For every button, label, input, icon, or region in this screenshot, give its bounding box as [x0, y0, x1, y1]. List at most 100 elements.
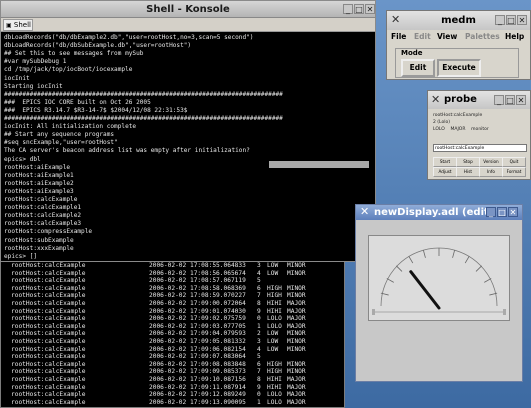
log-row: rootHost:calcExample 2006-02-02 17:09:00.… — [1, 300, 341, 307]
log-time: 2006-02-02 17:09:01.074030 — [149, 307, 246, 315]
konsole-window[interactable]: Shell - Konsole _ □ ✕ ▣ Shell dbLoadReco… — [0, 0, 376, 262]
log-stat: MINOR — [287, 330, 306, 338]
log-stat: MINOR — [287, 269, 306, 277]
log-time: 2006-02-02 17:09:07.083064 — [149, 353, 246, 361]
log-row: rootHost:calcExample 2006-02-02 17:09:10.… — [1, 376, 341, 383]
close-button[interactable]: ✕ — [365, 4, 375, 14]
log-stat: MAJOR — [287, 398, 306, 406]
terminal-line: ### EPICS R3.14.7 $R3-14-7$ $2004/12/08 … — [4, 106, 188, 114]
meter-gauge-svg — [372, 247, 506, 315]
hist-button[interactable]: Hist — [456, 167, 480, 177]
probe-titlebar[interactable]: ✕ probe _ □ ✕ — [428, 91, 530, 109]
menu-file[interactable]: File — [391, 32, 406, 41]
maximize-button[interactable]: □ — [497, 207, 507, 217]
alarm-log-terminal[interactable]: rootHost:calcExample 2006-02-02 17:08:55.… — [0, 258, 345, 408]
close-button[interactable]: ✕ — [508, 207, 518, 217]
newdisplay-window[interactable]: ✕ newDisplay.adl (edit) _ □ ✕ — [355, 204, 523, 382]
terminal-line: rootHost:subExample — [4, 236, 74, 244]
x-window-icon[interactable]: ✕ — [360, 206, 369, 218]
minimize-button[interactable]: _ — [495, 15, 505, 25]
menu-edit[interactable]: Edit — [414, 32, 431, 41]
terminal-screen[interactable]: dbLoadRecords("db/dbExample2.db","user=r… — [4, 34, 376, 260]
konsole-titlebar[interactable]: Shell - Konsole _ □ ✕ — [1, 1, 375, 18]
edit-mode-button[interactable]: Edit — [401, 59, 435, 77]
pv-name: rootHost:calcExample — [433, 113, 483, 118]
maximize-button[interactable]: □ — [505, 95, 515, 105]
maximize-button[interactable]: □ — [354, 4, 364, 14]
log-time: 2006-02-02 17:09:11.087914 — [149, 383, 246, 391]
log-time: 2006-02-02 17:08:56.065674 — [149, 269, 246, 277]
log-val: 3 — [257, 338, 261, 345]
log-stat: MINOR — [287, 262, 306, 269]
probe-window[interactable]: ✕ probe _ □ ✕ rootHost:calcExample 2 (Lo… — [427, 90, 531, 180]
log-row: rootHost:calcExample 2006-02-02 17:08:58.… — [1, 285, 341, 292]
terminal-line: dbLoadRecords("db/dbSubExample.db","user… — [4, 42, 192, 50]
stop-button[interactable]: Stop — [456, 157, 480, 167]
x-window-icon[interactable]: ✕ — [431, 94, 440, 106]
newdisplay-titlebar[interactable]: ✕ newDisplay.adl (edit) _ □ ✕ — [356, 205, 522, 220]
minimize-button[interactable]: _ — [343, 4, 353, 14]
log-sev: LOW — [267, 345, 279, 353]
execute-mode-button[interactable]: Execute — [437, 59, 481, 77]
meter-ticks — [380, 248, 498, 296]
log-stat: MINOR — [287, 284, 306, 292]
meter-widget[interactable] — [368, 235, 510, 321]
log-row: rootHost:calcExample 2006-02-02 17:09:09.… — [1, 368, 341, 375]
log-time: 2006-02-02 17:09:05.081332 — [149, 338, 246, 345]
pv-value: 2 (Lolo) — [433, 120, 450, 125]
medm-titlebar[interactable]: ✕ medm _ □ ✕ — [387, 11, 530, 30]
log-val: 1 — [257, 398, 261, 406]
version-button[interactable]: Version — [479, 157, 503, 167]
meter-tick — [386, 278, 394, 283]
pv-status: LOLO MAJOR monitor — [433, 127, 489, 132]
tab-shell[interactable]: ▣ Shell — [3, 19, 33, 31]
menu-view[interactable]: View — [437, 32, 457, 41]
log-name: rootHost:calcExample — [11, 269, 86, 277]
terminal-line: rootHost:aiExample2 — [4, 179, 74, 187]
log-row: rootHost:calcExample 2006-02-02 17:09:06.… — [1, 346, 341, 353]
log-sev: HIGH — [267, 284, 282, 292]
log-name: rootHost:calcExample — [11, 391, 86, 399]
log-name: rootHost:calcExample — [11, 284, 86, 292]
log-sev: LOLO — [267, 322, 282, 330]
medm-window[interactable]: ✕ medm _ □ ✕ File Edit View Palettes Hel… — [386, 10, 531, 80]
log-val: 6 — [257, 360, 261, 368]
terminal-line: ########################################… — [4, 90, 283, 98]
log-sev: LOW — [267, 338, 279, 345]
log-name: rootHost:calcExample — [11, 376, 86, 383]
log-val: 7 — [257, 368, 261, 376]
mode-label: Mode — [401, 49, 423, 57]
maximize-button[interactable]: □ — [506, 15, 516, 25]
log-row: rootHost:calcExample 2006-02-02 17:08:57.… — [1, 277, 341, 284]
log-time: 2006-02-02 17:09:03.077705 — [149, 322, 246, 330]
konsole-tabbar: ▣ Shell — [1, 18, 375, 32]
log-stat: MAJOR — [287, 376, 306, 383]
info-button[interactable]: Info — [479, 167, 503, 177]
adjust-button[interactable]: Adjust — [433, 167, 457, 177]
terminal-line: rootHost:calcExample — [4, 196, 78, 203]
terminal-line: ## Start any sequence programs — [4, 131, 115, 139]
format-button[interactable]: Format — [502, 167, 526, 177]
terminal-line: cd /tmp/jack/top/iocBoot/iocexample — [4, 66, 133, 74]
terminal-line: ########################################… — [4, 115, 283, 122]
log-name: rootHost:calcExample — [11, 315, 86, 323]
log-row: rootHost:calcExample 2006-02-02 17:09:04.… — [1, 330, 341, 337]
minimize-button[interactable]: _ — [486, 207, 496, 217]
menu-palettes[interactable]: Palettes — [465, 32, 500, 41]
log-name: rootHost:calcExample — [11, 398, 86, 406]
meter-left-bracket — [372, 309, 375, 315]
log-name: rootHost:calcExample — [11, 338, 86, 345]
minimize-button[interactable]: _ — [494, 95, 504, 105]
log-stat: MINOR — [287, 368, 306, 376]
menu-help[interactable]: Help — [505, 32, 524, 41]
log-val: 8 — [257, 376, 261, 383]
close-button[interactable]: ✕ — [517, 15, 527, 25]
quit-button[interactable]: Quit — [502, 157, 526, 167]
log-sev: HIHI — [267, 376, 282, 383]
start-button[interactable]: Start — [433, 157, 457, 167]
close-button[interactable]: ✕ — [516, 95, 526, 105]
log-val: 4 — [257, 345, 261, 353]
log-stat: MINOR — [287, 345, 306, 353]
pv-name-input[interactable]: rootHost:calcExample — [433, 144, 527, 152]
log-sev: LOW — [267, 262, 279, 269]
